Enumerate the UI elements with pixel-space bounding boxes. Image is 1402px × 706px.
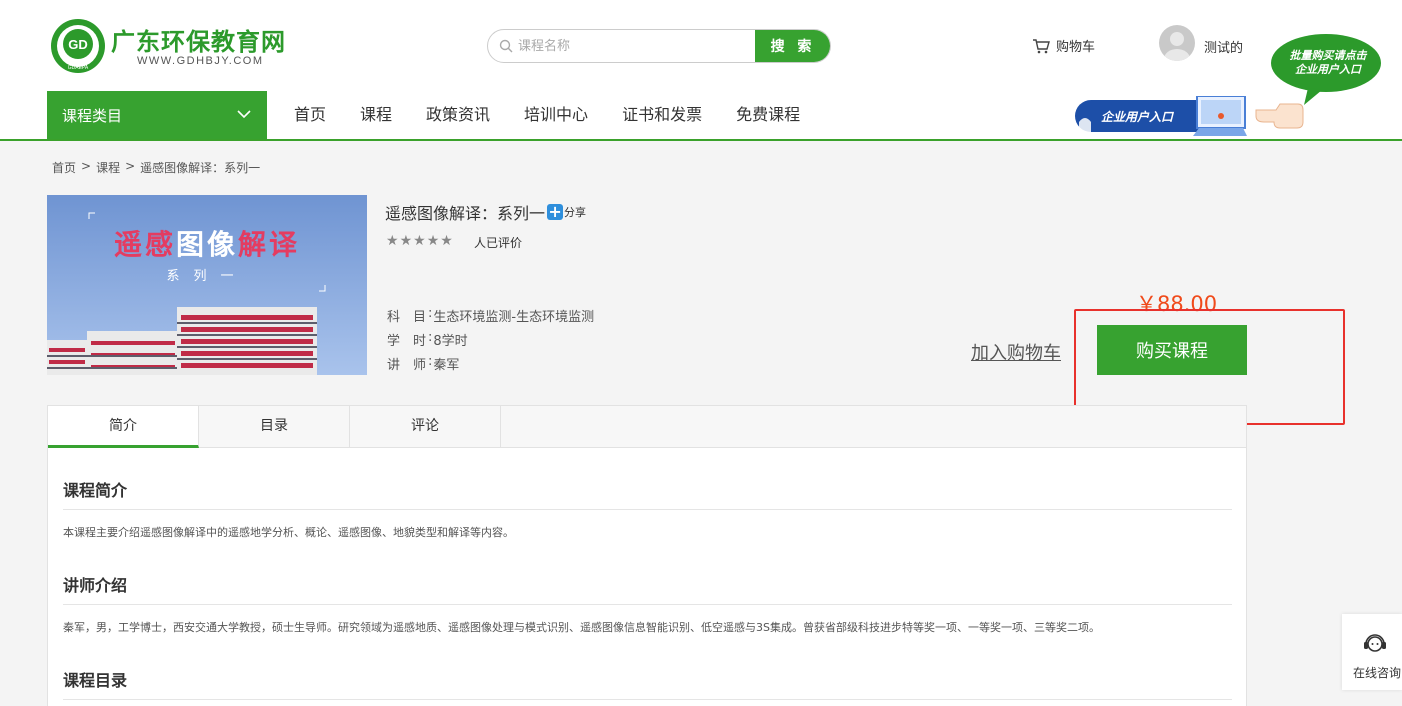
cover-title: 遥感图像解译 [113, 228, 301, 261]
cart-icon [1033, 38, 1050, 53]
chevron-down-icon [237, 110, 251, 119]
online-consult-widget[interactable]: 在线咨询 [1342, 614, 1402, 690]
rating-count: 人已评价 [474, 236, 523, 250]
site-header: GD GDAEPA 广东环保教育网 WWW.GDHBJY.COM 搜 索 购物车… [0, 0, 1402, 141]
cover-illustration [47, 195, 367, 375]
nav-item-policy-news[interactable]: 政策资讯 [409, 91, 507, 139]
category-label: 课程类目 [62, 106, 123, 125]
star-icon: ★ [399, 233, 413, 249]
share-button[interactable]: + 分享 [547, 204, 586, 220]
consult-label: 在线咨询 [1352, 666, 1401, 680]
pointing-hand-icon [1255, 103, 1304, 129]
tab-content: 课程简介 本课程主要介绍遥感图像解译中的遥感地学分析、概论、遥感图像、地貌类型和… [47, 448, 1247, 706]
nav-item-training-center[interactable]: 培训中心 [507, 91, 605, 139]
user-avatar-icon [1164, 32, 1190, 61]
teacher-heading: 讲师介绍 [63, 576, 128, 595]
star-icon: ★ [386, 233, 399, 249]
breadcrumb-separator: > [125, 159, 136, 173]
intro-heading: 课程简介 [63, 481, 128, 500]
logo-lettering: GDAEPA [68, 65, 89, 71]
share-label: 分享 [564, 206, 587, 219]
rating-stars: ★ ★ ★ ★ ★ [386, 233, 453, 249]
category-menu-button[interactable]: 课程类目 [47, 91, 267, 139]
star-icon: ★ [426, 233, 440, 249]
breadcrumb-separator: > [81, 159, 92, 173]
course-title-text: 遥感图像解译：系列一 [385, 204, 546, 223]
teacher-text: 秦军，男，工学博士，西安交通大学教授，硕士生导师。研究领域为遥感地质、遥感图像处… [63, 621, 1100, 634]
breadcrumb-home[interactable]: 首页 [52, 159, 76, 176]
search-icon [499, 39, 513, 53]
tab-intro[interactable]: 简介 [48, 406, 199, 448]
meta-subject: 科目: 生态环境监测-生态环境监测 [387, 306, 595, 325]
search-bar: 搜 索 [487, 29, 831, 63]
search-button[interactable]: 搜 索 [755, 30, 830, 62]
breadcrumb-current: 遥感图像解译：系列一 [140, 161, 261, 175]
headset-icon [1364, 634, 1386, 652]
breadcrumb: 首页 > 课程 > 遥感图像解译：系列一 [52, 159, 260, 176]
brand-url: WWW.GDHBJY.COM [137, 55, 264, 67]
course-price: ￥88.00 [1136, 292, 1218, 316]
avatar[interactable] [1159, 25, 1195, 61]
meta-value: 8学时 [433, 334, 468, 349]
cover-subtitle: 系列一 [166, 269, 248, 284]
plus-icon: + [547, 202, 564, 221]
course-cover-image: 遥感图像解译 系列一 [47, 195, 367, 375]
nav-item-home[interactable]: 首页 [277, 91, 343, 139]
meta-value: 秦军 [433, 358, 460, 373]
star-icon: ★ [413, 233, 426, 249]
site-logo[interactable]: GD GDAEPA [48, 18, 108, 74]
search-input[interactable] [518, 30, 754, 62]
main-nav: 首页 课程 政策资讯 培训中心 证书和发票 免费课程 [277, 91, 817, 139]
nav-item-courses[interactable]: 课程 [343, 91, 409, 139]
meta-key: 科目 [387, 310, 426, 325]
meta-hours: 学时: 8学时 [387, 330, 468, 349]
meta-teacher: 讲师: 秦军 [387, 354, 460, 373]
catalog-heading: 课程目录 [63, 671, 128, 690]
username[interactable]: 测试的 [1204, 37, 1243, 56]
cart-label: 购物车 [1056, 40, 1096, 55]
course-title: 遥感图像解译：系列一 + 分享 [385, 200, 586, 224]
buy-course-button[interactable]: 购买课程 [1097, 325, 1247, 375]
divider [63, 604, 1232, 605]
svg-text:GD: GD [68, 37, 88, 52]
enterprise-entry-label: 企业用户入口 [1101, 110, 1174, 124]
meta-key: 学时 [387, 334, 426, 349]
nav-item-free-courses[interactable]: 免费课程 [719, 91, 817, 139]
promo-bubble-text: 批量购买请点击 企业用户入口 [1289, 49, 1367, 76]
divider [63, 509, 1232, 510]
divider [63, 699, 1232, 700]
meta-value: 生态环境监测-生态环境监测 [433, 310, 595, 325]
intro-text: 本课程主要介绍遥感图像解译中的遥感地学分析、概论、遥感图像、地貌类型和解译等内容… [63, 526, 514, 539]
breadcrumb-courses[interactable]: 课程 [96, 159, 120, 176]
meta-key: 讲师 [387, 358, 426, 373]
tab-comments[interactable]: 评论 [350, 406, 501, 448]
cart-link[interactable]: 购物车 [1032, 36, 1095, 55]
star-icon: ★ [440, 233, 453, 249]
nav-item-certificates[interactable]: 证书和发票 [605, 91, 719, 139]
tab-catalog[interactable]: 目录 [199, 406, 350, 448]
brand-name[interactable]: 广东环保教育网 [111, 22, 286, 57]
add-to-cart-link[interactable]: 加入购物车 [971, 339, 1061, 365]
course-tabs: 简介 目录 评论 [47, 405, 1247, 448]
